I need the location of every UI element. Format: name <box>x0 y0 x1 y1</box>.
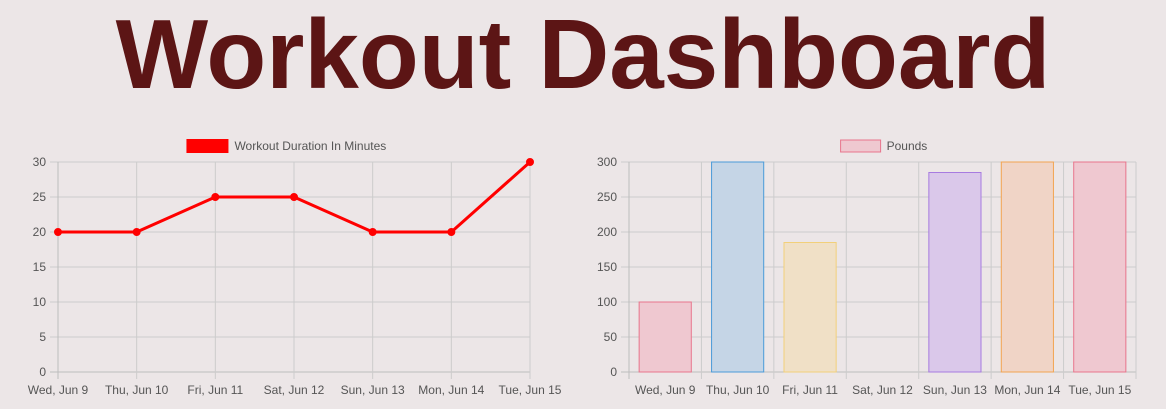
data-point <box>54 228 62 236</box>
x-tick-label: Fri, Jun 11 <box>782 383 838 397</box>
x-tick-label: Tue, Jun 15 <box>499 383 562 397</box>
x-tick-label: Fri, Jun 11 <box>187 383 243 397</box>
bar <box>1000 161 1054 373</box>
data-point <box>211 193 220 201</box>
y-tick-label: 0 <box>39 365 46 379</box>
data-point <box>290 193 298 201</box>
bar <box>711 161 765 373</box>
legend-swatch <box>840 139 882 153</box>
y-tick-label: 300 <box>597 155 617 169</box>
data-point <box>447 228 456 236</box>
x-tick-label: Mon, Jun 14 <box>418 383 484 397</box>
y-tick-label: 10 <box>33 295 47 309</box>
data-point <box>132 228 141 236</box>
bar <box>783 242 837 373</box>
pounds-bar-chart: Pounds 0 50 100 150 200 250 300 Wed, Jun 9 Thu, J… <box>597 139 1137 397</box>
x-tick-label: Wed, Jun 9 <box>28 383 89 397</box>
x-tick-label: Tue, Jun 15 <box>1068 383 1131 397</box>
x-tick-label: Sun, Jun 13 <box>923 383 987 397</box>
y-tick-label: 15 <box>33 260 47 274</box>
bar <box>1073 161 1127 373</box>
workout-duration-line-chart: Workout Duration In Minutes 0 5 10 15 20 25 30 W… <box>28 139 562 397</box>
y-tick-label: 150 <box>597 260 617 274</box>
y-tick-label: 50 <box>604 330 618 344</box>
legend-label: Pounds <box>887 139 928 153</box>
data-point <box>526 158 534 166</box>
x-tick-label: Sun, Jun 13 <box>341 383 405 397</box>
x-tick-label: Sat, Jun 12 <box>264 383 325 397</box>
y-tick-label: 200 <box>597 225 617 239</box>
legend-swatch <box>186 139 229 153</box>
data-point <box>368 228 377 236</box>
y-tick-label: 20 <box>33 225 47 239</box>
bar <box>928 172 982 373</box>
x-tick-label: Sat, Jun 12 <box>852 383 913 397</box>
y-tick-label: 0 <box>610 365 617 379</box>
y-tick-label: 5 <box>39 330 46 344</box>
page-title: Workout Dashboard <box>115 0 1051 109</box>
y-tick-label: 30 <box>33 155 47 169</box>
x-tick-label: Mon, Jun 14 <box>994 383 1060 397</box>
y-tick-label: 25 <box>33 190 47 204</box>
y-tick-label: 100 <box>597 295 617 309</box>
x-tick-label: Thu, Jun 10 <box>706 383 770 397</box>
y-tick-label: 250 <box>597 190 617 204</box>
x-tick-label: Thu, Jun 10 <box>105 383 169 397</box>
legend-label: Workout Duration In Minutes <box>234 139 386 153</box>
x-tick-label: Wed, Jun 9 <box>635 383 696 397</box>
bar <box>638 301 692 373</box>
